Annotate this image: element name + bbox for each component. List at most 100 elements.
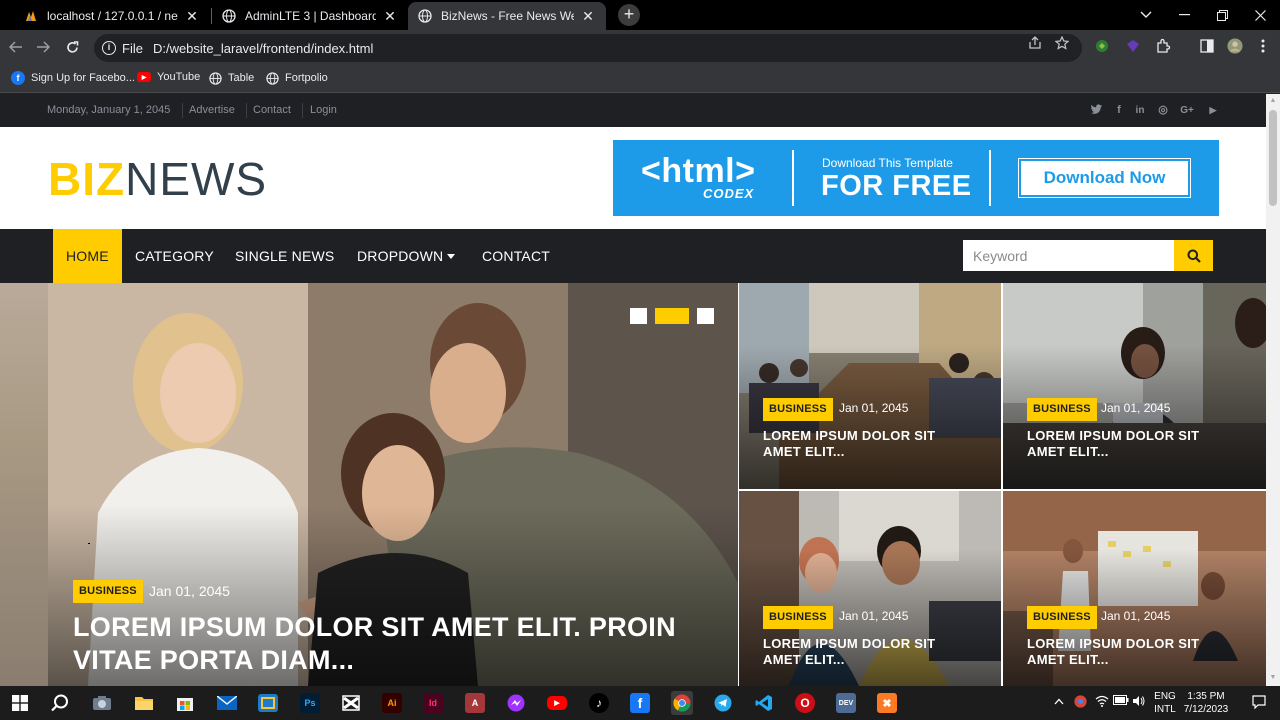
nav-contact[interactable]: CONTACT: [482, 229, 550, 283]
side-panel-icon[interactable]: [1199, 38, 1215, 54]
scroll-down-icon[interactable]: ▼: [1269, 674, 1277, 681]
google-plus-icon[interactable]: G+: [1180, 104, 1194, 118]
info-icon[interactable]: i: [102, 41, 116, 55]
tab-biznews[interactable]: BizNews - Free News Website Te ✕: [408, 2, 606, 30]
page-scrollbar[interactable]: ▲ ▼: [1266, 94, 1280, 686]
windows-start-icon[interactable]: [10, 693, 30, 713]
scroll-up-icon[interactable]: ▲: [1269, 97, 1277, 104]
avatar[interactable]: [1227, 38, 1243, 54]
twitter-icon[interactable]: [1089, 104, 1103, 118]
bookmark-youtube[interactable]: ▶ YouTube: [137, 71, 200, 83]
extensions-puzzle-icon[interactable]: [1155, 38, 1171, 54]
share-icon[interactable]: [1027, 36, 1043, 52]
xampp-icon[interactable]: ✖: [877, 693, 897, 713]
nav-category[interactable]: CATEGORY: [135, 229, 214, 283]
search-button[interactable]: [1174, 240, 1213, 271]
close-icon[interactable]: ✕: [184, 8, 200, 25]
youtube-icon[interactable]: ▶: [1206, 104, 1220, 118]
chrome-tray-icon[interactable]: [1074, 695, 1087, 712]
close-window-icon[interactable]: [1242, 0, 1278, 30]
back-icon[interactable]: [6, 37, 26, 57]
carousel-dot-2[interactable]: [655, 308, 689, 324]
telegram-icon[interactable]: [713, 693, 733, 713]
capcut-icon[interactable]: [341, 693, 361, 713]
chrome-icon[interactable]: [671, 691, 693, 715]
reload-icon[interactable]: [62, 37, 82, 57]
bookmark-fortpolio[interactable]: Fortpolio: [265, 71, 328, 85]
scrollbar-thumb[interactable]: [1269, 110, 1277, 206]
photoshop-icon[interactable]: Ps: [300, 693, 320, 713]
category-badge[interactable]: BUSINESS: [1027, 398, 1097, 421]
linkedin-icon[interactable]: in: [1133, 104, 1147, 118]
download-now-button[interactable]: Download Now: [1019, 159, 1190, 197]
messenger-icon[interactable]: [506, 693, 526, 713]
facebook-icon[interactable]: f: [1112, 104, 1126, 118]
search-icon[interactable]: [50, 693, 70, 713]
category-badge[interactable]: BUSINESS: [1027, 606, 1097, 629]
category-badge[interactable]: BUSINESS: [73, 580, 143, 603]
volume-icon[interactable]: [1132, 695, 1146, 711]
remote-icon[interactable]: [258, 693, 278, 713]
notification-icon[interactable]: [1252, 695, 1266, 713]
card-title[interactable]: LOREM IPSUM DOLOR SIT AMET ELIT...: [763, 428, 935, 460]
file-explorer-icon[interactable]: [134, 693, 154, 713]
devc-icon[interactable]: DEV: [836, 693, 856, 713]
news-card[interactable]: BUSINESS Jan 01, 2045 LOREM IPSUM DOLOR …: [1003, 491, 1266, 686]
wifi-icon[interactable]: [1095, 695, 1109, 711]
new-tab-button[interactable]: +: [618, 4, 640, 26]
bookmark-table[interactable]: Table: [208, 71, 254, 85]
extension-icon[interactable]: [1094, 38, 1110, 54]
tray-chevron-up-icon[interactable]: [1054, 696, 1064, 709]
access-icon[interactable]: A: [465, 693, 485, 713]
address-bar[interactable]: i File D:/website_laravel/frontend/index…: [94, 34, 1082, 62]
advertise-link[interactable]: Advertise: [189, 104, 235, 116]
instagram-icon[interactable]: ◎: [1156, 104, 1170, 118]
bookmark-star-icon[interactable]: [1054, 35, 1070, 52]
nav-dropdown[interactable]: DROPDOWN: [357, 229, 456, 283]
mail-icon[interactable]: [217, 693, 237, 713]
close-icon[interactable]: ✕: [580, 8, 596, 25]
battery-icon[interactable]: [1113, 695, 1129, 709]
carousel-dot-3[interactable]: [697, 308, 714, 324]
search-input[interactable]: [963, 240, 1174, 271]
vscode-icon[interactable]: [754, 693, 774, 713]
site-logo[interactable]: BIZNEWS: [48, 153, 267, 205]
illustrator-icon[interactable]: Ai: [382, 693, 402, 713]
close-icon[interactable]: ✕: [382, 8, 398, 25]
youtube-icon[interactable]: ▶: [547, 696, 567, 710]
clock[interactable]: 1:35 PM 7/12/2023: [1180, 690, 1232, 716]
card-title[interactable]: LOREM IPSUM DOLOR SIT AMET ELIT...: [763, 636, 935, 668]
indesign-icon[interactable]: Id: [423, 693, 443, 713]
news-card[interactable]: BUSINESS Jan 01, 2045 LOREM IPSUM DOLOR …: [739, 491, 1001, 686]
card-title[interactable]: LOREM IPSUM DOLOR SIT AMET ELIT...: [1027, 428, 1199, 460]
opera-icon[interactable]: O: [795, 693, 815, 713]
main-carousel[interactable]: BUSINESS Jan 01, 2045 LOREM IPSUM DOLOR …: [0, 283, 738, 686]
tab-search-chevron-icon[interactable]: [1128, 0, 1164, 30]
tiktok-icon[interactable]: ♪: [589, 693, 609, 713]
nav-home[interactable]: HOME: [53, 229, 122, 283]
hero-title[interactable]: LOREM IPSUM DOLOR SIT AMET ELIT. PROIN V…: [73, 611, 676, 677]
login-link[interactable]: Login: [310, 104, 337, 116]
card-title[interactable]: LOREM IPSUM DOLOR SIT AMET ELIT...: [1027, 636, 1199, 668]
category-badge[interactable]: BUSINESS: [763, 606, 833, 629]
forward-icon[interactable]: [33, 37, 53, 57]
carousel-dot-1[interactable]: [630, 308, 647, 324]
menu-kebab-icon[interactable]: [1255, 38, 1271, 54]
extension-icon[interactable]: [1125, 38, 1141, 54]
camera-icon[interactable]: [92, 693, 112, 713]
minimize-icon[interactable]: [1166, 0, 1202, 30]
bookmark-facebook[interactable]: f Sign Up for Facebo...: [11, 71, 135, 85]
tab-adminlte[interactable]: AdminLTE 3 | Dashboard ✕: [212, 2, 408, 30]
facebook-icon[interactable]: f: [630, 693, 650, 713]
category-badge[interactable]: BUSINESS: [763, 398, 833, 421]
news-card[interactable]: BUSINESS Jan 01, 2045 LOREM IPSUM DOLOR …: [1003, 283, 1266, 489]
restore-icon[interactable]: [1204, 0, 1240, 30]
store-icon[interactable]: [175, 693, 195, 713]
language-indicator[interactable]: ENG INTL: [1152, 690, 1178, 716]
nav-single-news[interactable]: SINGLE NEWS: [235, 229, 334, 283]
ad-banner[interactable]: <html> CODEX Download This Template FOR …: [613, 140, 1219, 216]
url-text[interactable]: D:/website_laravel/frontend/index.html: [153, 41, 373, 56]
tab-phpmyadmin[interactable]: localhost / 127.0.0.1 / news_web ✕: [14, 2, 210, 30]
contact-link[interactable]: Contact: [253, 104, 291, 116]
news-card[interactable]: BUSINESS Jan 01, 2045 LOREM IPSUM DOLOR …: [739, 283, 1001, 489]
